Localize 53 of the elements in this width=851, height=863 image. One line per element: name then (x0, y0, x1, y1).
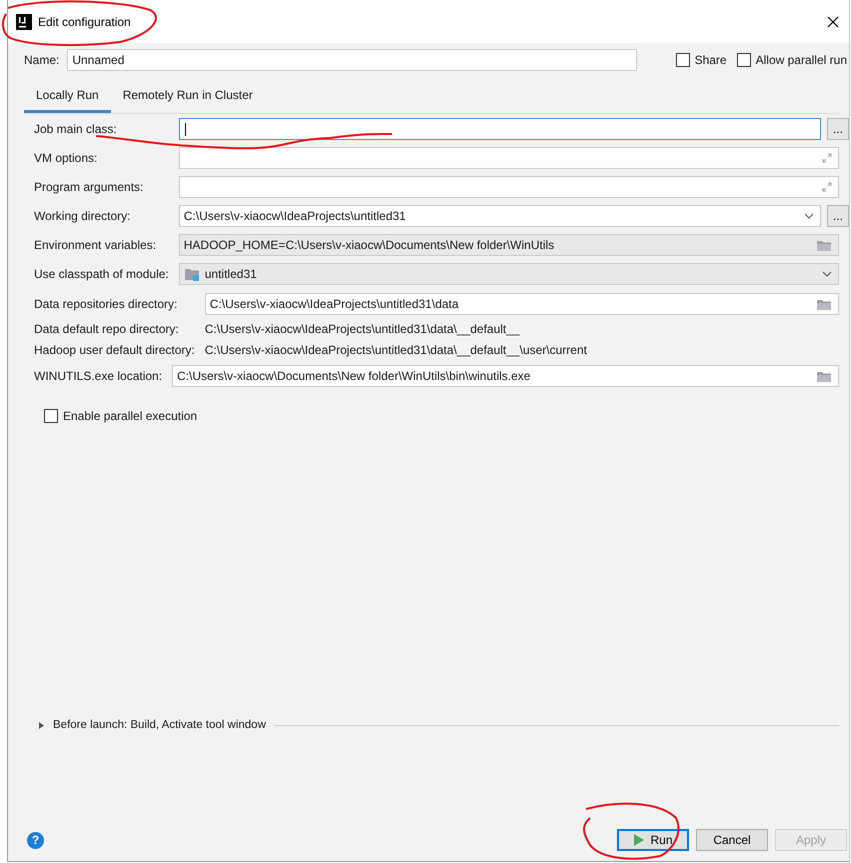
path-field[interactable]: C:\Users\v-xiaocw\Documents\New folder\WinUtils\bin\winutils.exe (172, 365, 839, 387)
combo-box[interactable]: C:\Users\v-xiaocw\IdeaProjects\untitled31 (178, 205, 821, 227)
checkbox[interactable] (44, 409, 58, 423)
checkbox[interactable] (676, 53, 690, 67)
close-icon[interactable] (827, 16, 839, 28)
tab[interactable]: Remotely Run in Cluster (110, 81, 265, 113)
field-value: HADOOP_HOME=C:\Users\v-xiaocw\Documents\New folder\WinUtils (184, 238, 556, 252)
field-value: untitled31 (204, 267, 258, 281)
field-value: C:\Users\v-xiaocw\Documents\New folder\WinUtils\bin\winutils.exe (177, 369, 532, 383)
text-field[interactable] (178, 176, 839, 198)
text-cursor (184, 123, 186, 136)
field-value: C:\Users\v-xiaocw\IdeaProjects\untitled31 (184, 209, 407, 223)
name-field[interactable]: Unnamed (67, 49, 638, 71)
path-field[interactable]: C:\Users\v-xiaocw\IdeaProjects\untitled31\data (204, 293, 839, 315)
field-label: Use classpath of module: (34, 267, 169, 281)
field-label: Data repositories directory: (34, 297, 178, 311)
text-field[interactable] (178, 118, 821, 140)
chevron-down-icon (804, 213, 814, 219)
field-label: Hadoop user default directory: (34, 343, 195, 357)
field-label: WINUTILS.exe location: (34, 369, 162, 383)
play-icon (633, 834, 644, 846)
checkbox-label: Allow parallel run (756, 53, 847, 67)
expand-icon (822, 182, 832, 192)
run-button[interactable]: Run (617, 829, 689, 851)
name-label: Name: (24, 53, 60, 67)
path-text: C:\Users\v-xiaocw\IdeaProjects\untitled31\data\__default__\user\current (204, 343, 587, 357)
window-title: Edit configuration (38, 14, 131, 28)
app-logo-icon (16, 14, 32, 30)
help-button[interactable]: ? (27, 832, 44, 848)
field-value: C:\Users\v-xiaocw\IdeaProjects\untitled31\data (210, 297, 460, 311)
chevron-down-icon (822, 271, 832, 277)
module-dropdown[interactable]: untitled31 (178, 263, 839, 285)
folder-icon (816, 238, 832, 252)
section-toggle[interactable]: Before launch: Build, Activate tool window (53, 719, 266, 731)
checkbox-label: Enable parallel execution (63, 409, 198, 423)
text-field[interactable] (178, 147, 839, 169)
module-folder-icon (184, 267, 200, 281)
field-label: Data default repo directory: (34, 322, 180, 336)
browse-button[interactable]: ... (827, 118, 849, 140)
field-label: Job main class: (34, 122, 118, 136)
field-label: Environment variables: (34, 238, 158, 252)
field-label: VM options: (34, 151, 98, 165)
checkbox-label: Share (694, 53, 727, 67)
folder-icon (816, 297, 832, 311)
checkbox[interactable] (736, 53, 751, 67)
expand-icon (822, 153, 832, 163)
field-label: Working directory: (34, 209, 132, 223)
folder-icon (816, 369, 832, 383)
browse-button[interactable]: ... (827, 205, 849, 227)
path-text: C:\Users\v-xiaocw\IdeaProjects\untitled31\data\__default__ (204, 322, 520, 336)
dialog-button[interactable]: Cancel (696, 829, 768, 851)
field-label: Program arguments: (34, 180, 144, 194)
tab[interactable]: Locally Run (24, 81, 111, 113)
